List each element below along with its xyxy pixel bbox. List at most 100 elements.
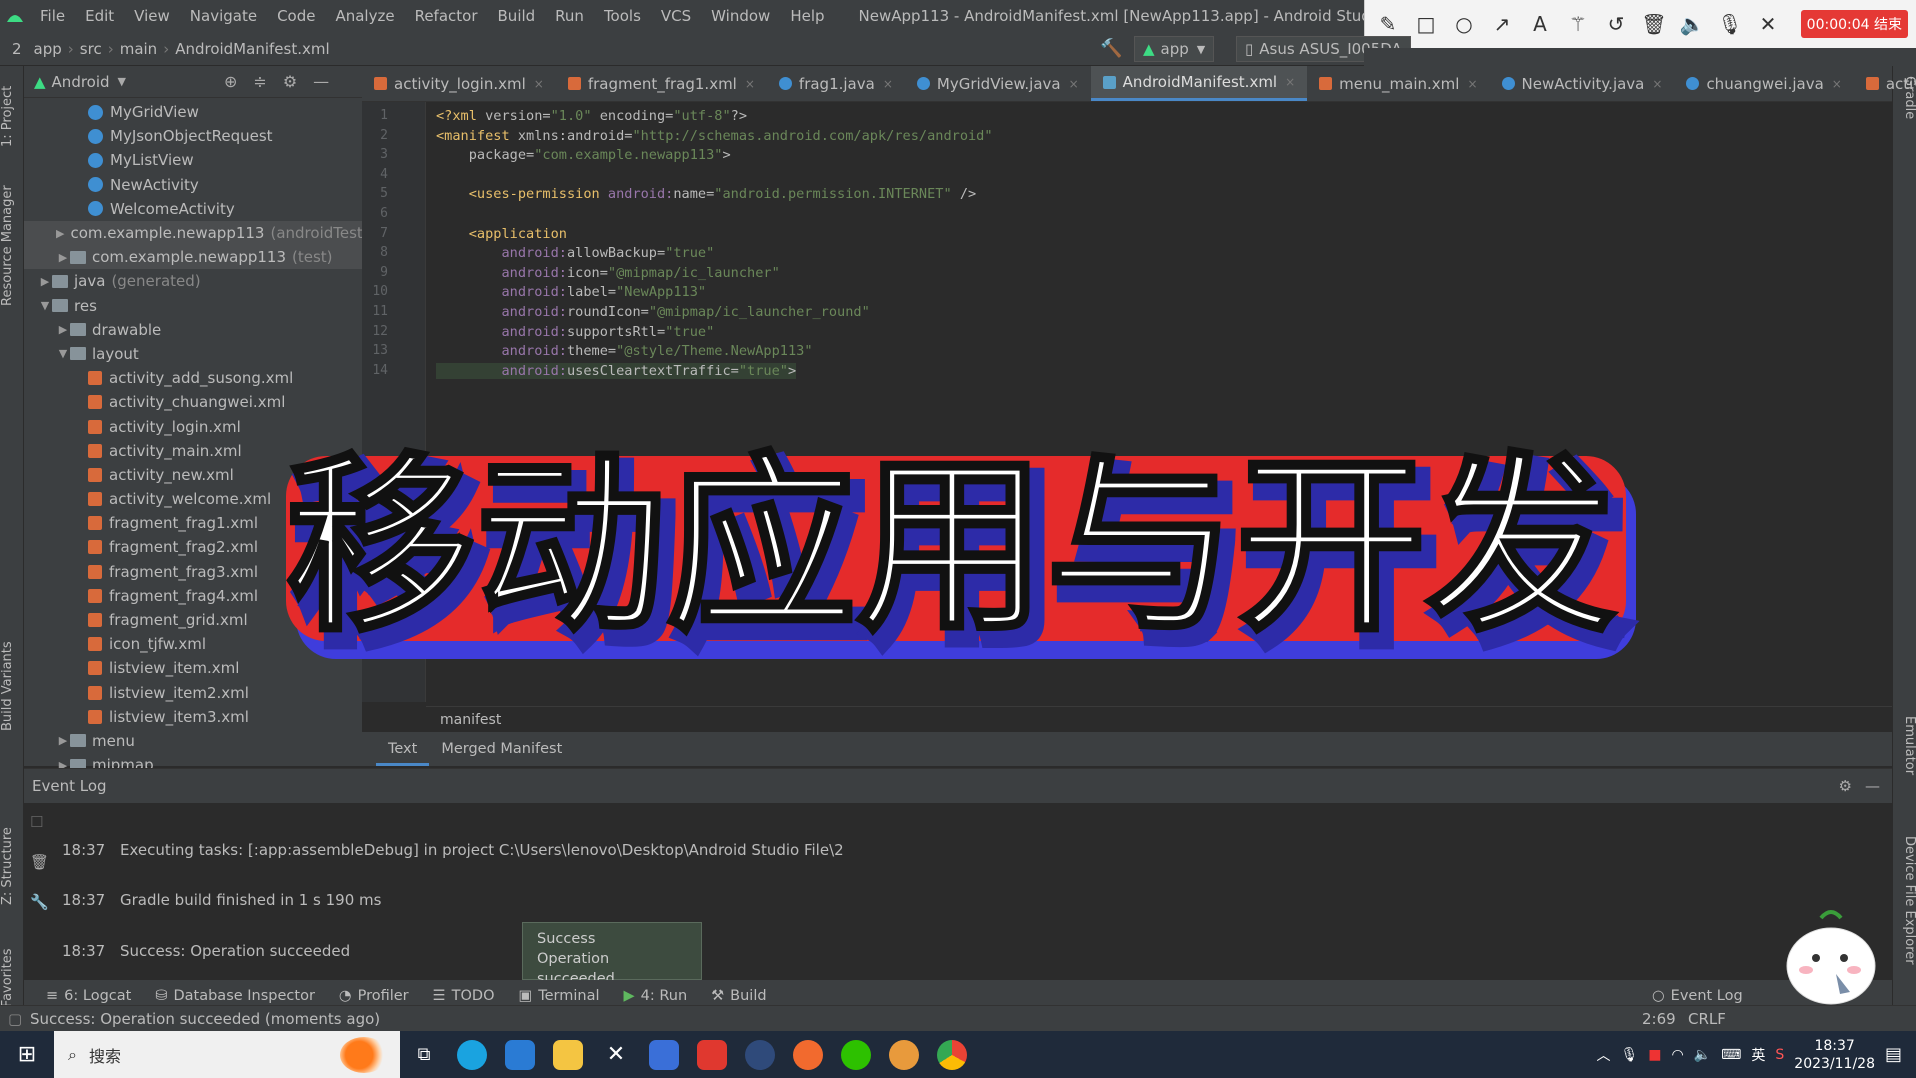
chrome-icon[interactable] <box>928 1031 976 1078</box>
chevron-right-icon[interactable]: ▶ <box>56 734 70 747</box>
close-icon[interactable]: ✕ <box>1755 11 1781 37</box>
sogou-icon[interactable]: S <box>1775 1047 1784 1063</box>
line-ending[interactable]: CRLF <box>1688 1010 1726 1028</box>
tree-item[interactable]: listview_item3.xml <box>24 705 362 729</box>
close-tab-icon[interactable]: × <box>1069 77 1079 91</box>
tree-item[interactable]: activity_add_susong.xml <box>24 366 362 390</box>
tree-item[interactable]: MyGridView <box>24 100 362 124</box>
tool-build[interactable]: ⚒ Build <box>699 988 778 1004</box>
mail-icon[interactable] <box>496 1031 544 1078</box>
circle-icon[interactable]: ○ <box>1451 11 1477 37</box>
tree-item[interactable]: listview_item2.xml <box>24 681 362 705</box>
run-configuration-select[interactable]: ▲ app ▼ <box>1134 36 1215 62</box>
tool-run[interactable]: ▶ 4: Run <box>611 988 699 1004</box>
ime-indicator[interactable]: 英 <box>1751 1045 1765 1065</box>
undo-icon[interactable]: ↺ <box>1603 11 1629 37</box>
wps-office-icon[interactable] <box>688 1031 736 1078</box>
hammer-build-icon[interactable]: 🔨 <box>1100 38 1122 59</box>
app-w-icon[interactable] <box>736 1031 784 1078</box>
close-tab-icon[interactable]: × <box>1652 77 1662 91</box>
recording-timer-button[interactable]: 00:00:04 结束 <box>1800 10 1908 38</box>
menu-navigate[interactable]: Navigate <box>180 0 267 32</box>
editor-tab[interactable]: frag1.java × <box>767 66 905 101</box>
editor-tab[interactable]: chuangwei.java × <box>1674 66 1853 101</box>
keyboard-icon[interactable]: ⌨ <box>1721 1047 1741 1063</box>
game-icon[interactable] <box>880 1031 928 1078</box>
tree-item[interactable]: MyListView <box>24 148 362 172</box>
tree-item[interactable]: NewActivity <box>24 173 362 197</box>
menu-refactor[interactable]: Refactor <box>405 0 488 32</box>
task-view-icon[interactable]: ⧉ <box>400 1031 448 1078</box>
rectangle-icon[interactable]: □ <box>1413 11 1439 37</box>
chevron-down-icon[interactable]: ▼ <box>56 347 70 360</box>
tree-item[interactable]: ▼ res <box>24 294 362 318</box>
taskbar-search[interactable]: ⌕ 搜索 <box>54 1031 400 1078</box>
tab-emulator[interactable]: Emulator <box>1893 716 1916 796</box>
locate-icon[interactable]: ⊕ <box>224 72 237 91</box>
speaker-icon[interactable]: 🔈 <box>1679 11 1705 37</box>
tree-item[interactable]: activity_chuangwei.xml <box>24 390 362 414</box>
pencil-icon[interactable]: ✎ <box>1375 11 1401 37</box>
tab-text[interactable]: Text <box>376 732 430 766</box>
menu-code[interactable]: Code <box>267 0 325 32</box>
close-tab-icon[interactable]: × <box>534 77 544 91</box>
project-view-select[interactable]: Android <box>52 73 110 91</box>
trash-icon[interactable]: 🗑 <box>1641 11 1667 37</box>
chevron-up-icon[interactable]: ︿ <box>1597 1045 1611 1065</box>
editor-tab[interactable]: menu_main.xml × <box>1307 66 1489 101</box>
breadcrumb-main[interactable]: main <box>114 40 163 58</box>
caret-position[interactable]: 2:69 <box>1642 1010 1676 1028</box>
windows-start-icon[interactable]: ⊞ <box>0 1031 54 1078</box>
microphone-icon[interactable]: 🎙 <box>1621 1047 1639 1063</box>
chevron-right-icon[interactable]: ▶ <box>56 323 70 336</box>
security-icon[interactable]: ■ <box>1648 1047 1661 1063</box>
tab-project[interactable]: 1: Project <box>0 76 24 156</box>
success-toast[interactable]: Success Operation succeeded <box>522 922 702 987</box>
menu-view[interactable]: View <box>124 0 180 32</box>
menu-window[interactable]: Window <box>701 0 780 32</box>
menu-file[interactable]: File <box>30 0 75 32</box>
menu-run[interactable]: Run <box>545 0 594 32</box>
tree-item[interactable]: ▶ drawable <box>24 318 362 342</box>
breadcrumb-src[interactable]: src <box>74 40 108 58</box>
editor-tab[interactable]: activity_add_× <box>1854 66 1916 101</box>
chevron-right-icon[interactable]: ▶ <box>56 251 70 264</box>
gear-icon[interactable]: ⚙ <box>1839 777 1852 795</box>
minimize-icon[interactable]: — <box>1865 777 1880 795</box>
menu-tools[interactable]: Tools <box>594 0 651 32</box>
remote-desktop-icon[interactable] <box>640 1031 688 1078</box>
editor-breadcrumb[interactable]: manifest <box>426 706 1892 732</box>
menu-vcs[interactable]: VCS <box>651 0 701 32</box>
edge-browser-icon[interactable] <box>448 1031 496 1078</box>
close-tab-icon[interactable]: × <box>1467 77 1477 91</box>
tree-item[interactable]: ▶ com.example.newapp113 (test) <box>24 245 362 270</box>
tool-profiler[interactable]: ◔ Profiler <box>327 988 421 1004</box>
close-tab-icon[interactable]: × <box>1285 75 1295 89</box>
minimize-icon[interactable]: — <box>313 72 329 91</box>
capcut-icon[interactable]: ✕ <box>592 1031 640 1078</box>
wechat-icon[interactable] <box>832 1031 880 1078</box>
chevron-down-icon[interactable]: ▼ <box>38 299 52 312</box>
breadcrumb-app[interactable]: app <box>28 40 68 58</box>
file-explorer-icon[interactable] <box>544 1031 592 1078</box>
gear-icon[interactable]: ⚙ <box>283 72 297 91</box>
tree-item[interactable]: ▶ java (generated) <box>24 269 362 293</box>
microphone-icon[interactable]: 🎙 <box>1717 11 1743 37</box>
trash-icon[interactable]: 🗑 <box>30 853 49 871</box>
network-icon[interactable]: ◠ <box>1672 1047 1684 1063</box>
menu-help[interactable]: Help <box>780 0 834 32</box>
editor-tab[interactable]: AndroidManifest.xml × <box>1090 66 1308 101</box>
tree-item[interactable]: ▶ menu <box>24 729 362 753</box>
tab-resource-manager[interactable]: Resource Manager <box>0 176 24 316</box>
volume-icon[interactable]: 🔈 <box>1694 1047 1711 1063</box>
menu-analyze[interactable]: Analyze <box>325 0 404 32</box>
tree-item[interactable]: WelcomeActivity <box>24 197 362 221</box>
tool-event-log[interactable]: ○ Event Log <box>1640 988 1755 1004</box>
notification-icon[interactable]: ▤ <box>1885 1044 1902 1065</box>
close-tab-icon[interactable]: × <box>1832 77 1842 91</box>
editor-tab[interactable]: NewActivity.java × <box>1490 66 1675 101</box>
tool-terminal[interactable]: ▣ Terminal <box>507 988 612 1004</box>
chevron-right-icon[interactable]: ▶ <box>56 227 64 240</box>
tab-merged-manifest[interactable]: Merged Manifest <box>429 732 574 766</box>
collapse-all-icon[interactable]: ≑ <box>253 72 266 91</box>
